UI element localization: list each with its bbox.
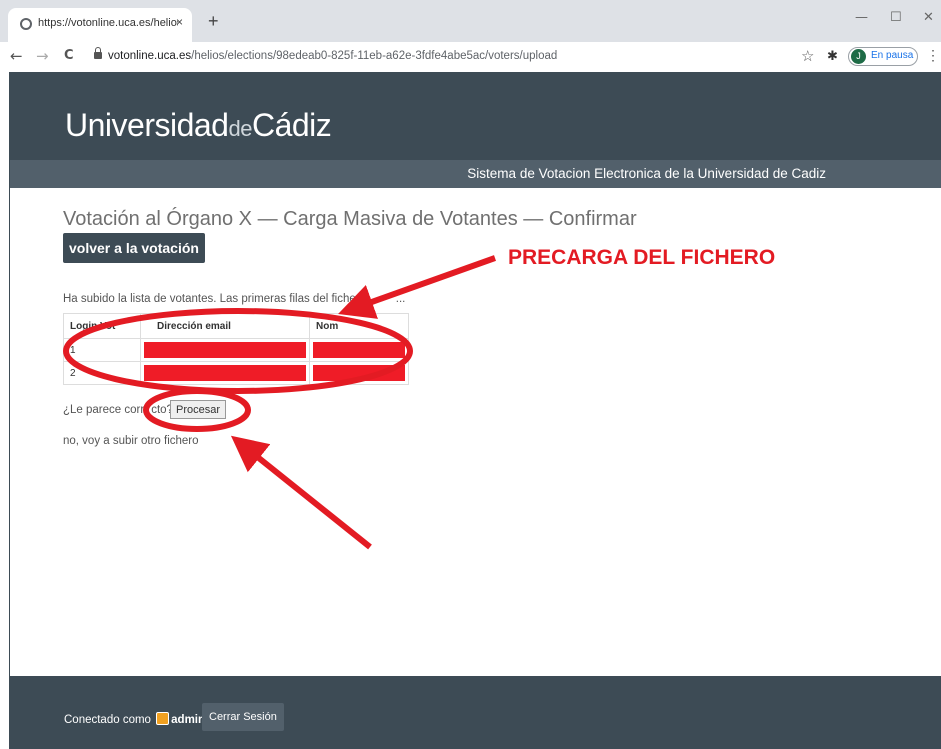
annotation-overlay [63, 255, 497, 550]
logout-button[interactable]: Cerrar Sesión [202, 703, 284, 731]
connection-status: Conectado como admin [64, 712, 205, 726]
connected-as-label: Conectado como [64, 714, 151, 726]
highlight-ellipse-process [143, 388, 251, 432]
user-icon [156, 712, 170, 725]
arrow-to-process [230, 435, 372, 550]
site-footer: Conectado como admin Cerrar Sesión [10, 676, 941, 749]
arrow-to-table [338, 255, 497, 319]
username: admin [171, 714, 206, 726]
highlight-ellipse-table [63, 308, 413, 394]
